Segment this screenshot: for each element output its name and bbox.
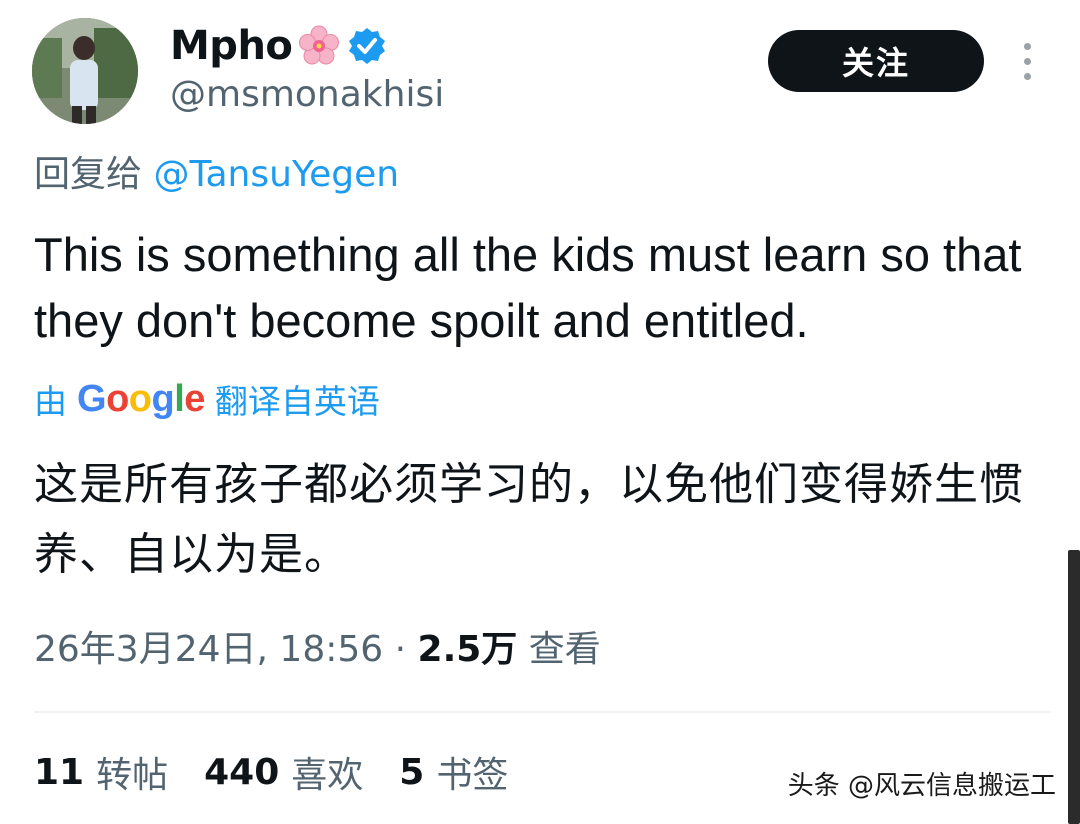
- more-dot: [1023, 57, 1031, 65]
- translation-prefix: 由: [34, 382, 67, 421]
- likes-label: 喜欢: [291, 755, 364, 796]
- engagement-stats: 11 转帖 440 喜欢 5 书签: [34, 744, 544, 800]
- scrollbar[interactable]: [1068, 550, 1080, 824]
- follow-button[interactable]: 关注: [768, 30, 984, 92]
- bookmarks-label: 书签: [436, 755, 509, 796]
- verified-badge-icon: [346, 25, 388, 67]
- reply-to-link[interactable]: @TansuYegen: [153, 154, 399, 195]
- more-vertical-icon[interactable]: [1010, 40, 1044, 82]
- author-handle[interactable]: @msmonakhisi: [170, 72, 444, 118]
- retweets-stat[interactable]: 11 转帖: [34, 746, 168, 798]
- translation-attribution[interactable]: 由 Google 翻译自英语: [34, 372, 380, 426]
- translation-suffix: 翻译自英语: [214, 382, 380, 421]
- more-dot: [1023, 72, 1031, 80]
- meta-separator: ·: [394, 629, 407, 670]
- divider: [34, 711, 1050, 713]
- retweets-label: 转帖: [96, 755, 169, 796]
- display-name[interactable]: Mpho: [170, 22, 293, 70]
- reply-prefix: 回复给: [34, 154, 143, 195]
- translated-tweet-text: 这是所有孩子都必须学习的，以免他们变得娇生惯养、自以为是。: [34, 459, 1024, 580]
- likes-count: 440: [204, 751, 280, 793]
- watermark: 头条 @风云信息搬运工: [787, 771, 1056, 801]
- bookmarks-stat[interactable]: 5 书签: [399, 746, 508, 798]
- retweets-count: 11: [34, 751, 85, 793]
- bookmarks-count: 5: [399, 751, 425, 793]
- tweet-text: This is something all the kids must lear…: [34, 228, 1022, 347]
- views-label: 查看: [528, 629, 601, 670]
- likes-stat[interactable]: 440 喜欢: [204, 746, 363, 798]
- views-count: 2.5万: [417, 629, 518, 670]
- timestamp[interactable]: 26年3月24日, 18:56: [34, 629, 383, 670]
- cherry-blossom-icon: [298, 25, 340, 67]
- reply-context: 回复给 @TansuYegen: [34, 150, 399, 200]
- tweet-meta: 26年3月24日, 18:56 · 2.5万 查看: [34, 624, 601, 676]
- google-logo: Google: [77, 377, 205, 420]
- author-name-row[interactable]: Mpho: [170, 22, 388, 70]
- avatar[interactable]: [32, 18, 138, 124]
- more-dot: [1023, 42, 1031, 50]
